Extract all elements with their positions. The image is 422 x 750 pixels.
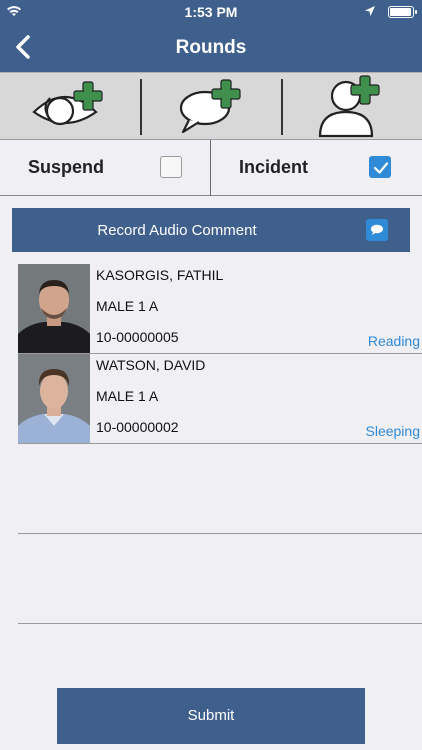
- suspend-checkbox[interactable]: [160, 156, 182, 178]
- empty-list-row: [18, 534, 422, 624]
- list-item[interactable]: KASORGIS, FATHIL MALE 1 A 10-00000005 Re…: [18, 264, 422, 354]
- suspend-label: Suspend: [28, 157, 105, 177]
- add-observation-button[interactable]: [0, 73, 140, 139]
- action-toolbar: [0, 72, 422, 140]
- incident-checkbox[interactable]: [369, 156, 391, 178]
- add-person-button[interactable]: [282, 73, 422, 139]
- status-bar: 1:53 PM: [0, 0, 422, 24]
- record-audio-label: Record Audio Comment: [97, 222, 257, 239]
- inmate-name: KASORGIS, FATHIL: [96, 267, 224, 283]
- inmate-name: WATSON, DAVID: [96, 357, 206, 373]
- record-audio-comment-button[interactable]: Record Audio Comment: [12, 208, 410, 252]
- nav-bar: Rounds: [0, 24, 422, 72]
- inmate-status[interactable]: Reading: [368, 333, 420, 349]
- battery-icon: [388, 6, 417, 18]
- checkmark-icon: [373, 162, 389, 174]
- status-time: 1:53 PM: [184, 4, 238, 20]
- suspend-option: Suspend: [0, 140, 210, 196]
- round-options: Suspend Incident: [0, 140, 422, 196]
- inmate-photo: [18, 264, 90, 353]
- list-item[interactable]: WATSON, DAVID MALE 1 A 10-00000002 Sleep…: [18, 354, 422, 444]
- add-comment-button[interactable]: [141, 73, 281, 139]
- eye-add-icon: [32, 81, 103, 126]
- empty-list-row: [18, 444, 422, 534]
- inmate-location: MALE 1 A: [96, 298, 159, 314]
- inmate-photo: [18, 354, 90, 443]
- page-title: Rounds: [175, 37, 247, 58]
- inmate-status[interactable]: Sleeping: [366, 423, 421, 439]
- inmate-number: 10-00000002: [96, 419, 179, 435]
- location-arrow-icon: [364, 4, 376, 20]
- inmate-number: 10-00000005: [96, 329, 179, 345]
- inmate-list: KASORGIS, FATHIL MALE 1 A 10-00000005 Re…: [18, 264, 422, 624]
- submit-button[interactable]: Submit: [57, 688, 365, 744]
- comment-add-icon: [179, 79, 241, 134]
- incident-label: Incident: [239, 157, 309, 177]
- inmate-location: MALE 1 A: [96, 388, 159, 404]
- speech-bubble-icon: [366, 219, 388, 241]
- incident-option: Incident: [211, 140, 422, 196]
- person-add-icon: [318, 75, 380, 138]
